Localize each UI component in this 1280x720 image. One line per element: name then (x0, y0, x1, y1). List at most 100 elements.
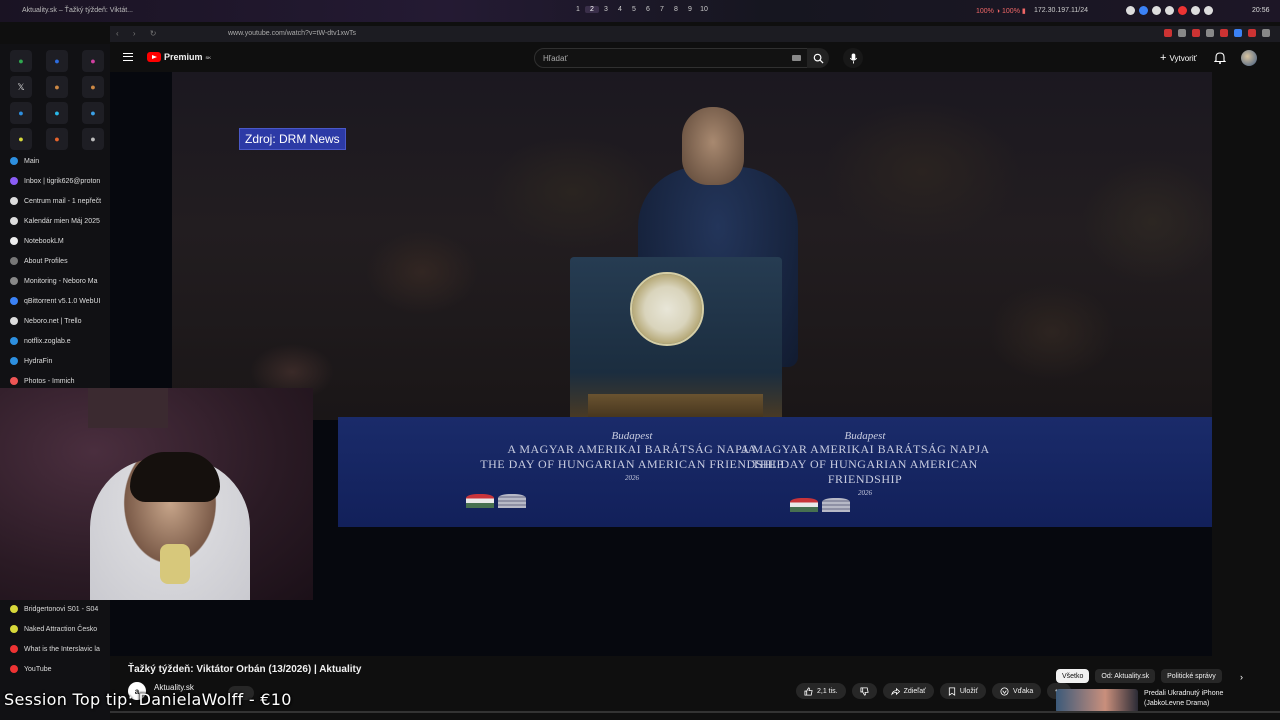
filter-chip[interactable]: Politické správy (1161, 669, 1222, 683)
banner-line-hungarian: A MAGYAR AMERIKAI BARÁTSÁG NAPJA (740, 442, 990, 456)
tray-icon[interactable] (1178, 6, 1187, 15)
share-button[interactable]: Zdieľať (882, 683, 934, 699)
hamburger-menu-icon[interactable] (123, 53, 133, 61)
bookmark-list-bottom: Bridgertonovi S01 - S04 Naked Attraction … (0, 599, 110, 679)
pinned-app-icon[interactable]: ● (46, 76, 68, 98)
source-label: Zdroj: DRM News (239, 128, 346, 150)
favicon-icon (10, 317, 18, 325)
extension-icon[interactable] (1262, 29, 1270, 37)
filter-chip[interactable]: Všetko (1056, 669, 1090, 683)
pinned-app-icon[interactable]: ● (82, 128, 104, 150)
bookmark-item[interactable]: Bridgertonovi S01 - S04 (0, 599, 110, 619)
video-progress-bar[interactable] (110, 711, 1280, 713)
pinned-app-icon[interactable]: ● (46, 102, 68, 124)
bookmark-item[interactable]: Centrum mail - 1 nepřečt (0, 191, 110, 211)
bookmark-item[interactable]: Monitoring - Neboro Ma (0, 271, 110, 291)
streamer-microphone (160, 544, 190, 584)
browser-nav-buttons[interactable]: ‹ › ↻ (116, 29, 162, 38)
recommendation-filter-chips: Všetko Od: Aktuality.sk Politické správy (1056, 669, 1222, 683)
address-bar[interactable]: www.youtube.com/watch?v=tW-dtv1xwTs (228, 30, 356, 37)
system-stats: 100% ◑ 100% ▮ (976, 8, 1026, 15)
workspace-4[interactable]: 4 (613, 6, 627, 13)
bookmark-item[interactable]: About Profiles (0, 251, 110, 271)
power-icon[interactable] (1204, 6, 1213, 15)
extension-icon[interactable] (1164, 29, 1172, 37)
extension-icon[interactable] (1192, 29, 1200, 37)
bookmark-item[interactable]: notflix.zoglab.e (0, 331, 110, 351)
bookmark-item[interactable]: Main (0, 151, 110, 171)
keyboard-icon[interactable] (792, 55, 801, 61)
create-button[interactable]: + Vytvoriť (1160, 52, 1197, 64)
favicon-icon (10, 157, 18, 165)
bookmark-item[interactable]: YouTube (0, 659, 110, 679)
thumbs-down-icon (860, 686, 869, 696)
workspace-9[interactable]: 9 (683, 6, 697, 13)
tray-icon[interactable] (1191, 6, 1200, 15)
bookmark-item[interactable]: Neboro.net | Trello (0, 311, 110, 331)
pinned-app-icon[interactable]: ● (46, 50, 68, 72)
workspace-1[interactable]: 1 (571, 6, 585, 13)
bookmark-item[interactable]: Kalendár mien Máj 2025 (0, 211, 110, 231)
bookmark-item[interactable]: What is the Interslavic la (0, 639, 110, 659)
ip-address: 172.30.197.11/24 (1034, 7, 1088, 14)
thanks-button[interactable]: Vďaka (992, 683, 1042, 699)
voice-search-button[interactable] (843, 48, 863, 68)
tray-icon[interactable] (1126, 6, 1135, 15)
clock: 20:56 (1252, 7, 1270, 14)
search-icon (813, 53, 824, 64)
bookmark-item[interactable]: HydraFin (0, 351, 110, 371)
bookmark-item[interactable]: Naked Attraction Česko (0, 619, 110, 639)
bookmark-label: HydraFin (24, 357, 53, 365)
bookmark-item[interactable]: qBittorrent v5.1.0 WebUI (0, 291, 110, 311)
webcam-shelf (88, 388, 168, 428)
bookmark-item[interactable]: NotebookLM (0, 231, 110, 251)
hungarian-flag (466, 494, 494, 508)
recommended-video[interactable]: Predali Ukradnutý iPhone (JabkoLevne Dra… (1056, 689, 1280, 713)
workspace-10[interactable]: 10 (697, 6, 711, 13)
hungarian-flag (790, 498, 818, 512)
stream-top-tip-overlay: Session Top tip: DanielaWolff - €10 (4, 690, 292, 709)
pinned-app-icon[interactable]: ● (82, 102, 104, 124)
bookmark-label: Monitoring - Neboro Ma (24, 277, 98, 285)
extension-icon[interactable] (1220, 29, 1228, 37)
pinned-app-icon[interactable]: ● (10, 50, 32, 72)
pinned-app-icon[interactable]: ● (10, 128, 32, 150)
account-avatar[interactable] (1241, 50, 1257, 66)
tray-icon[interactable] (1152, 6, 1161, 15)
save-button[interactable]: Uložiť (939, 683, 986, 699)
recommended-thumbnail[interactable] (1056, 689, 1138, 713)
video-frame-speaker-head (682, 107, 744, 185)
workspace-3[interactable]: 3 (599, 6, 613, 13)
share-label: Zdieľať (903, 687, 926, 695)
workspace-7[interactable]: 7 (655, 6, 669, 13)
pinned-app-icon[interactable]: ● (10, 102, 32, 124)
tray-icons (1126, 6, 1213, 15)
bookmark-label: notflix.zoglab.e (24, 337, 71, 345)
search-input[interactable]: Hľadať (534, 48, 808, 68)
bookmark-item[interactable]: Inbox | tigrik626@proton (0, 171, 110, 191)
pinned-app-icon[interactable]: ● (82, 76, 104, 98)
youtube-premium-logo[interactable]: Premium SK (147, 52, 211, 62)
workspace-2[interactable]: 2 (585, 6, 599, 13)
extension-icon[interactable] (1206, 29, 1214, 37)
workspace-5[interactable]: 5 (627, 6, 641, 13)
chips-next-arrow[interactable]: › (1240, 672, 1243, 682)
tray-icon[interactable] (1139, 6, 1148, 15)
recommended-title[interactable]: Predali Ukradnutý iPhone (JabkoLevne Dra… (1144, 689, 1254, 713)
workspace-8[interactable]: 8 (669, 6, 683, 13)
tray-icon[interactable] (1165, 6, 1174, 15)
pinned-app-icon[interactable]: ● (46, 128, 68, 150)
pinned-app-icon[interactable]: 𝕏 (10, 76, 32, 98)
save-label: Uložiť (959, 687, 978, 695)
filter-chip[interactable]: Od: Aktuality.sk (1095, 669, 1156, 683)
extension-icon[interactable] (1234, 29, 1242, 37)
pinned-app-icon[interactable]: ● (82, 50, 104, 72)
extension-icon[interactable] (1248, 29, 1256, 37)
search-placeholder: Hľadať (543, 54, 568, 63)
search-button[interactable] (807, 48, 829, 68)
dislike-button[interactable] (851, 683, 877, 699)
workspace-6[interactable]: 6 (641, 6, 655, 13)
extension-icon[interactable] (1178, 29, 1186, 37)
like-button[interactable]: 2,1 tis. (796, 683, 846, 699)
notifications-button[interactable] (1214, 51, 1226, 64)
